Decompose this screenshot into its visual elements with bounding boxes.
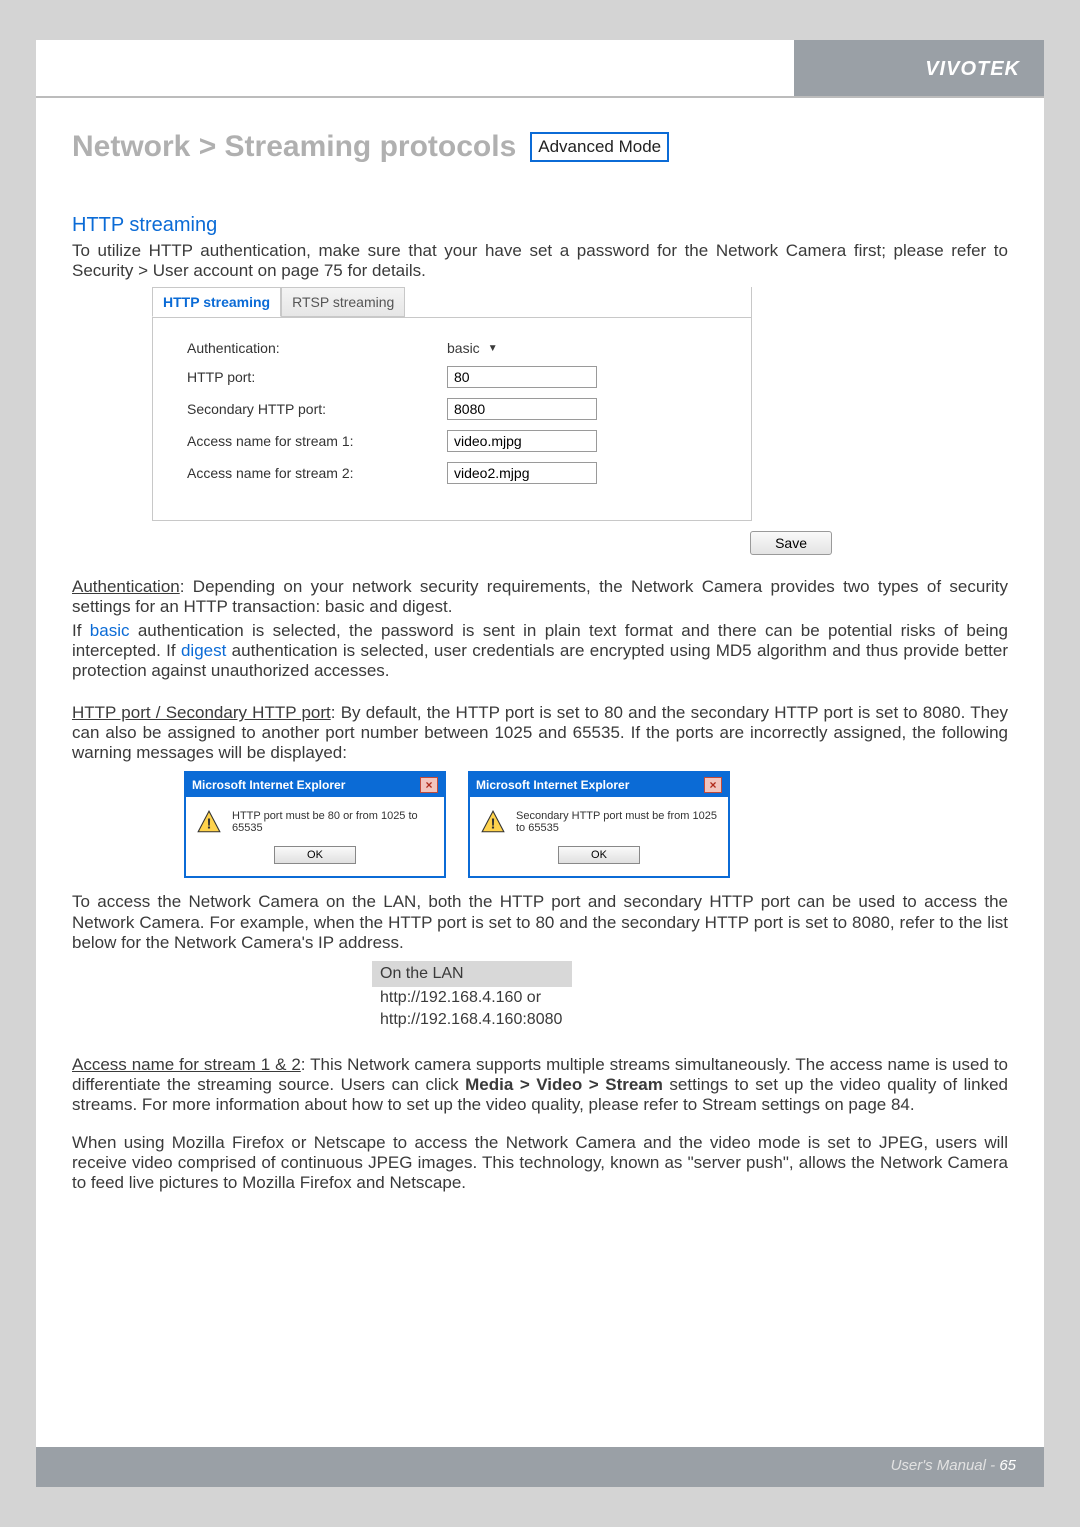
lan-box-head: On the LAN [372,961,572,987]
footer-label: User's Manual - [891,1457,1000,1474]
close-icon[interactable]: × [420,777,438,793]
lan-box-line1: http://192.168.4.160 or [372,987,1008,1009]
authentication-paragraph: Authentication: Depending on your networ… [72,577,1008,617]
media-video-stream-bold: Media > Video > Stream [465,1075,663,1094]
http-port-label: HTTP port: [187,369,447,385]
dialog-footer: OK [186,845,444,876]
content: Network > Streaming protocols Advanced M… [36,96,1044,1193]
dialog-title-bar: Microsoft Internet Explorer × [470,773,728,797]
row-stream2: Access name for stream 2: [187,462,717,484]
stream2-label: Access name for stream 2: [187,465,447,481]
form-area: Authentication: basic ▼ HTTP port: Secon… [153,318,751,504]
stream1-input[interactable] [447,430,597,452]
dialog-http-port: Microsoft Internet Explorer × ! HTTP por… [184,771,446,878]
svg-text:!: ! [490,816,495,833]
header-bar: VIVOTEK [36,40,1044,96]
dialog-title-bar: Microsoft Internet Explorer × [186,773,444,797]
intro-paragraph: To utilize HTTP authentication, make sur… [72,241,1008,281]
lan-paragraph: To access the Network Camera on the LAN,… [72,892,1008,952]
secondary-http-port-input[interactable] [447,398,597,420]
digest-link: digest [181,641,226,660]
http-port-input[interactable] [447,366,597,388]
dialog-body: ! HTTP port must be 80 or from 1025 to 6… [186,797,444,845]
authentication-value: basic [447,340,480,356]
tab-bar: HTTP streaming RTSP streaming [152,287,752,318]
save-wrap: Save [152,531,832,555]
svg-text:!: ! [206,816,211,833]
save-button[interactable]: Save [750,531,832,555]
dialog-title: Microsoft Internet Explorer [476,778,629,792]
warning-icon: ! [480,809,506,835]
dialog-secondary-port: Microsoft Internet Explorer × ! Secondar… [468,771,730,878]
dialog-message: HTTP port must be 80 or from 1025 to 655… [232,810,434,834]
port-underline: HTTP port / Secondary HTTP port [72,703,331,722]
dialog-row: Microsoft Internet Explorer × ! HTTP por… [184,771,1008,878]
tab-http-streaming[interactable]: HTTP streaming [152,287,281,317]
dialog-title: Microsoft Internet Explorer [192,778,345,792]
secondary-http-port-label: Secondary HTTP port: [187,401,447,417]
stream2-input[interactable] [447,462,597,484]
basic-link: basic [90,621,130,640]
page-title-row: Network > Streaming protocols Advanced M… [72,130,1008,164]
authentication-paragraph-2: If basic authentication is selected, the… [72,621,1008,681]
port-paragraph: HTTP port / Secondary HTTP port: By defa… [72,703,1008,763]
tab-rtsp-streaming[interactable]: RTSP streaming [281,287,405,317]
access-name-underline: Access name for stream 1 & 2 [72,1055,301,1074]
advanced-mode-badge: Advanced Mode [530,132,669,162]
authentication-select[interactable]: basic ▼ [447,340,498,356]
ok-button[interactable]: OK [558,846,640,864]
access-name-paragraph: Access name for stream 1 & 2: This Netwo… [72,1055,1008,1115]
settings-panel: HTTP streaming RTSP streaming Authentica… [152,287,752,521]
warning-icon: ! [196,809,222,835]
mozilla-paragraph: When using Mozilla Firefox or Netscape t… [72,1133,1008,1193]
dialog-footer: OK [470,845,728,876]
ok-button[interactable]: OK [274,846,356,864]
row-http-port: HTTP port: [187,366,717,388]
close-icon[interactable]: × [704,777,722,793]
row-stream1: Access name for stream 1: [187,430,717,452]
section-heading: HTTP streaming [72,214,1008,237]
dialog-body: ! Secondary HTTP port must be from 1025 … [470,797,728,845]
footer-text: User's Manual - 65 [891,1457,1016,1474]
authentication-underline: Authentication [72,577,180,596]
page-number: 65 [999,1457,1016,1474]
brand-label: VIVOTEK [925,58,1020,81]
dialog-message: Secondary HTTP port must be from 1025 to… [516,810,718,834]
page-title: Network > Streaming protocols [72,130,516,164]
chevron-down-icon: ▼ [488,343,498,354]
lan-box: On the LAN http://192.168.4.160 or http:… [372,961,1008,1031]
lan-box-line2: http://192.168.4.160:8080 [372,1009,1008,1031]
page: VIVOTEK Network > Streaming protocols Ad… [36,40,1044,1487]
authentication-label: Authentication: [187,340,447,356]
row-authentication: Authentication: basic ▼ [187,340,717,356]
footer-bar: User's Manual - 65 [36,1447,1044,1487]
divider [36,96,1044,98]
stream1-label: Access name for stream 1: [187,433,447,449]
row-secondary-http-port: Secondary HTTP port: [187,398,717,420]
